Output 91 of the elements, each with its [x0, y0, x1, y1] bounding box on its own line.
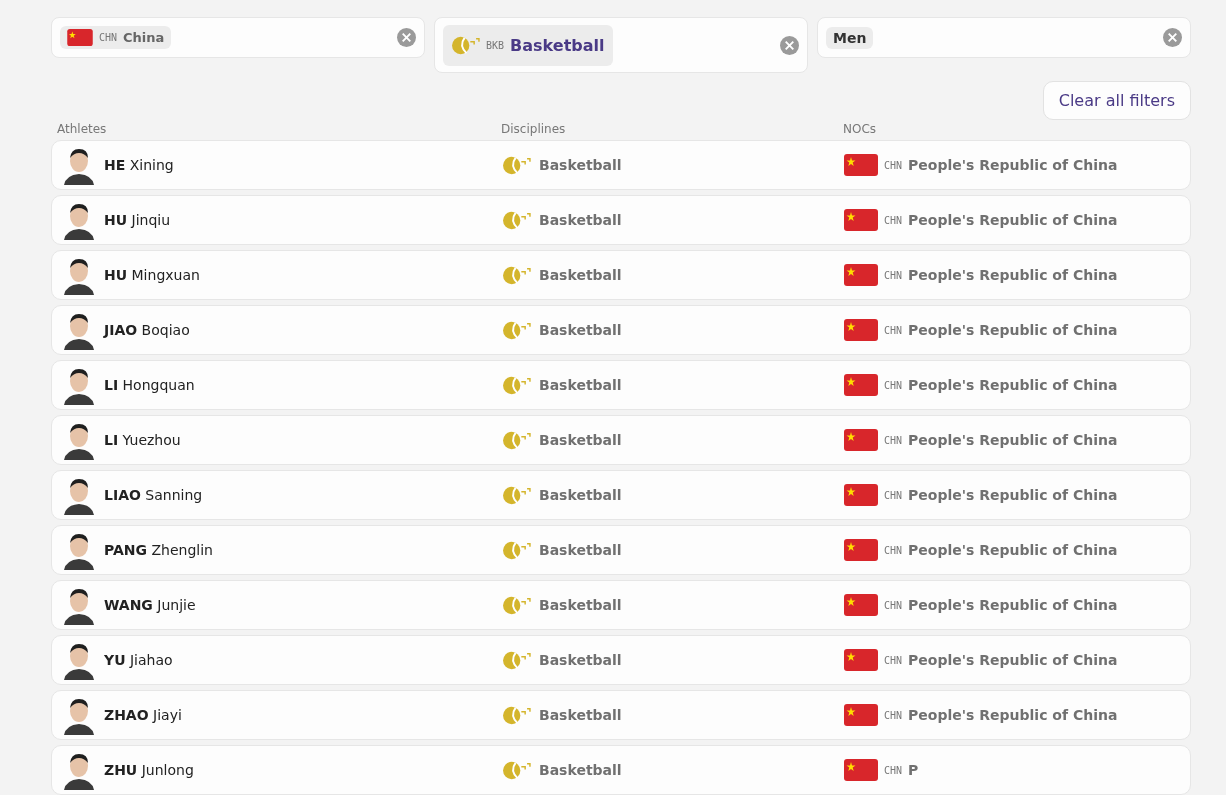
- athlete-name: ZHU Junlong: [104, 762, 194, 778]
- athlete-name: WANG Junjie: [104, 597, 196, 613]
- chip-label: Men: [833, 29, 867, 46]
- noc-code: CHN: [884, 159, 903, 171]
- flag-icon: [844, 539, 878, 561]
- discipline-name: Basketball: [539, 707, 622, 723]
- noc-name: People's Republic of China: [908, 377, 1118, 393]
- athlete-name: PANG Zhenglin: [104, 542, 213, 558]
- athlete-row[interactable]: PANG Zhenglin Basketball CHN People's Republic of China: [51, 525, 1191, 575]
- athlete-row[interactable]: YU Jiahao Basketball CHN People's Republic of China: [51, 635, 1191, 685]
- noc-name: People's Republic of China: [908, 267, 1118, 283]
- athlete-row[interactable]: HU Jinqiu Basketball CHN People's Republic of China: [51, 195, 1191, 245]
- filter-field[interactable]: CHN China: [51, 17, 425, 58]
- clear-icon[interactable]: [1163, 28, 1182, 47]
- discipline-name: Basketball: [539, 322, 622, 338]
- flag-icon: [844, 429, 878, 451]
- athlete-name: ZHAO Jiayi: [104, 707, 182, 723]
- noc-name: People's Republic of China: [908, 487, 1118, 503]
- athlete-name: HU Mingxuan: [104, 267, 200, 283]
- noc-code: CHN: [884, 709, 903, 721]
- noc-name: People's Republic of China: [908, 212, 1118, 228]
- column-header: NOCs: [843, 122, 878, 136]
- athlete-row[interactable]: LI Yuezhou Basketball CHN People's Republic of China: [51, 415, 1191, 465]
- athlete-name: HU Jinqiu: [104, 212, 171, 228]
- noc-code: CHN: [884, 214, 903, 226]
- athlete-row[interactable]: ZHAO Jiayi Basketball CHN People's Republic of China: [51, 690, 1191, 740]
- noc-code: CHN: [884, 544, 903, 556]
- athlete-row[interactable]: LI Hongquan Basketball CHN People's Republic of China: [51, 360, 1191, 410]
- discipline-name: Basketball: [539, 267, 622, 283]
- noc-name: People's Republic of China: [908, 707, 1118, 723]
- flag-icon: [844, 759, 878, 781]
- discipline-name: Basketball: [539, 432, 622, 448]
- noc-code: CHN: [884, 654, 903, 666]
- athlete-row[interactable]: ZHU Junlong Basketball CHN P: [51, 745, 1191, 795]
- flag-icon: [844, 484, 878, 506]
- athlete-row[interactable]: WANG Junjie Basketball CHN People's Republic of China: [51, 580, 1191, 630]
- noc-name: People's Republic of China: [908, 542, 1118, 558]
- noc-code: CHN: [884, 269, 903, 281]
- discipline-name: Basketball: [539, 652, 622, 668]
- clear-filters-button[interactable]: Clear all filters: [1042, 81, 1191, 120]
- flag-icon: [67, 29, 93, 46]
- noc-code: CHN: [884, 489, 903, 501]
- flag-icon: [844, 154, 878, 176]
- athlete-row[interactable]: LIAO Sanning Basketball CHN People's Republic of China: [51, 470, 1191, 520]
- athlete-name: HE Xining: [104, 157, 174, 173]
- athlete-row[interactable]: HE Xining Basketball CHN People's Republic of China: [51, 140, 1191, 190]
- discipline-name: Basketball: [539, 597, 622, 613]
- athlete-row[interactable]: JIAO Boqiao Basketball CHN People's Republic of China: [51, 305, 1191, 355]
- flag-icon: [844, 264, 878, 286]
- clear-icon[interactable]: [780, 35, 799, 55]
- filter-field[interactable]: BKB Basketball: [434, 17, 808, 73]
- noc-code: CHN: [884, 324, 903, 336]
- chip-label: China: [123, 30, 165, 45]
- flag-icon: [844, 594, 878, 616]
- athlete-name: LI Yuezhou: [104, 432, 181, 448]
- noc-code: CHN: [884, 434, 903, 446]
- athlete-name: JIAO Boqiao: [104, 322, 190, 338]
- discipline-name: Basketball: [539, 542, 622, 558]
- athlete-name: LI Hongquan: [104, 377, 195, 393]
- filter-chip[interactable]: BKB Basketball: [443, 24, 613, 66]
- discipline-name: Basketball: [539, 212, 622, 228]
- flag-icon: [844, 374, 878, 396]
- noc-name: P: [908, 762, 919, 778]
- noc-name: People's Republic of China: [908, 432, 1118, 448]
- noc-code: CHN: [99, 32, 118, 43]
- flag-icon: [844, 649, 878, 671]
- discipline-name: Basketball: [539, 157, 622, 173]
- discipline-name: Basketball: [539, 762, 622, 778]
- noc-name: People's Republic of China: [908, 597, 1118, 613]
- noc-code: CHN: [884, 764, 903, 776]
- chip-label: Basketball: [510, 35, 605, 55]
- athlete-row[interactable]: HU Mingxuan Basketball CHN People's Republic of China: [51, 250, 1191, 300]
- column-header: Disciplines: [501, 122, 567, 136]
- clear-icon[interactable]: [397, 28, 416, 47]
- filter-chip[interactable]: CHN China: [60, 26, 172, 49]
- noc-code: CHN: [884, 379, 903, 391]
- column-header: Athletes: [57, 122, 108, 136]
- discipline-code: BKB: [486, 39, 505, 51]
- noc-code: CHN: [884, 599, 903, 611]
- flag-icon: [844, 704, 878, 726]
- flag-icon: [844, 209, 878, 231]
- filter-field[interactable]: Men: [817, 17, 1191, 58]
- discipline-name: Basketball: [539, 377, 622, 393]
- noc-name: People's Republic of China: [908, 652, 1118, 668]
- filter-chip[interactable]: Men: [826, 26, 874, 49]
- athlete-name: YU Jiahao: [104, 652, 173, 668]
- noc-name: People's Republic of China: [908, 322, 1118, 338]
- flag-icon: [844, 319, 878, 341]
- noc-name: People's Republic of China: [908, 157, 1118, 173]
- discipline-name: Basketball: [539, 487, 622, 503]
- athlete-name: LIAO Sanning: [104, 487, 203, 503]
